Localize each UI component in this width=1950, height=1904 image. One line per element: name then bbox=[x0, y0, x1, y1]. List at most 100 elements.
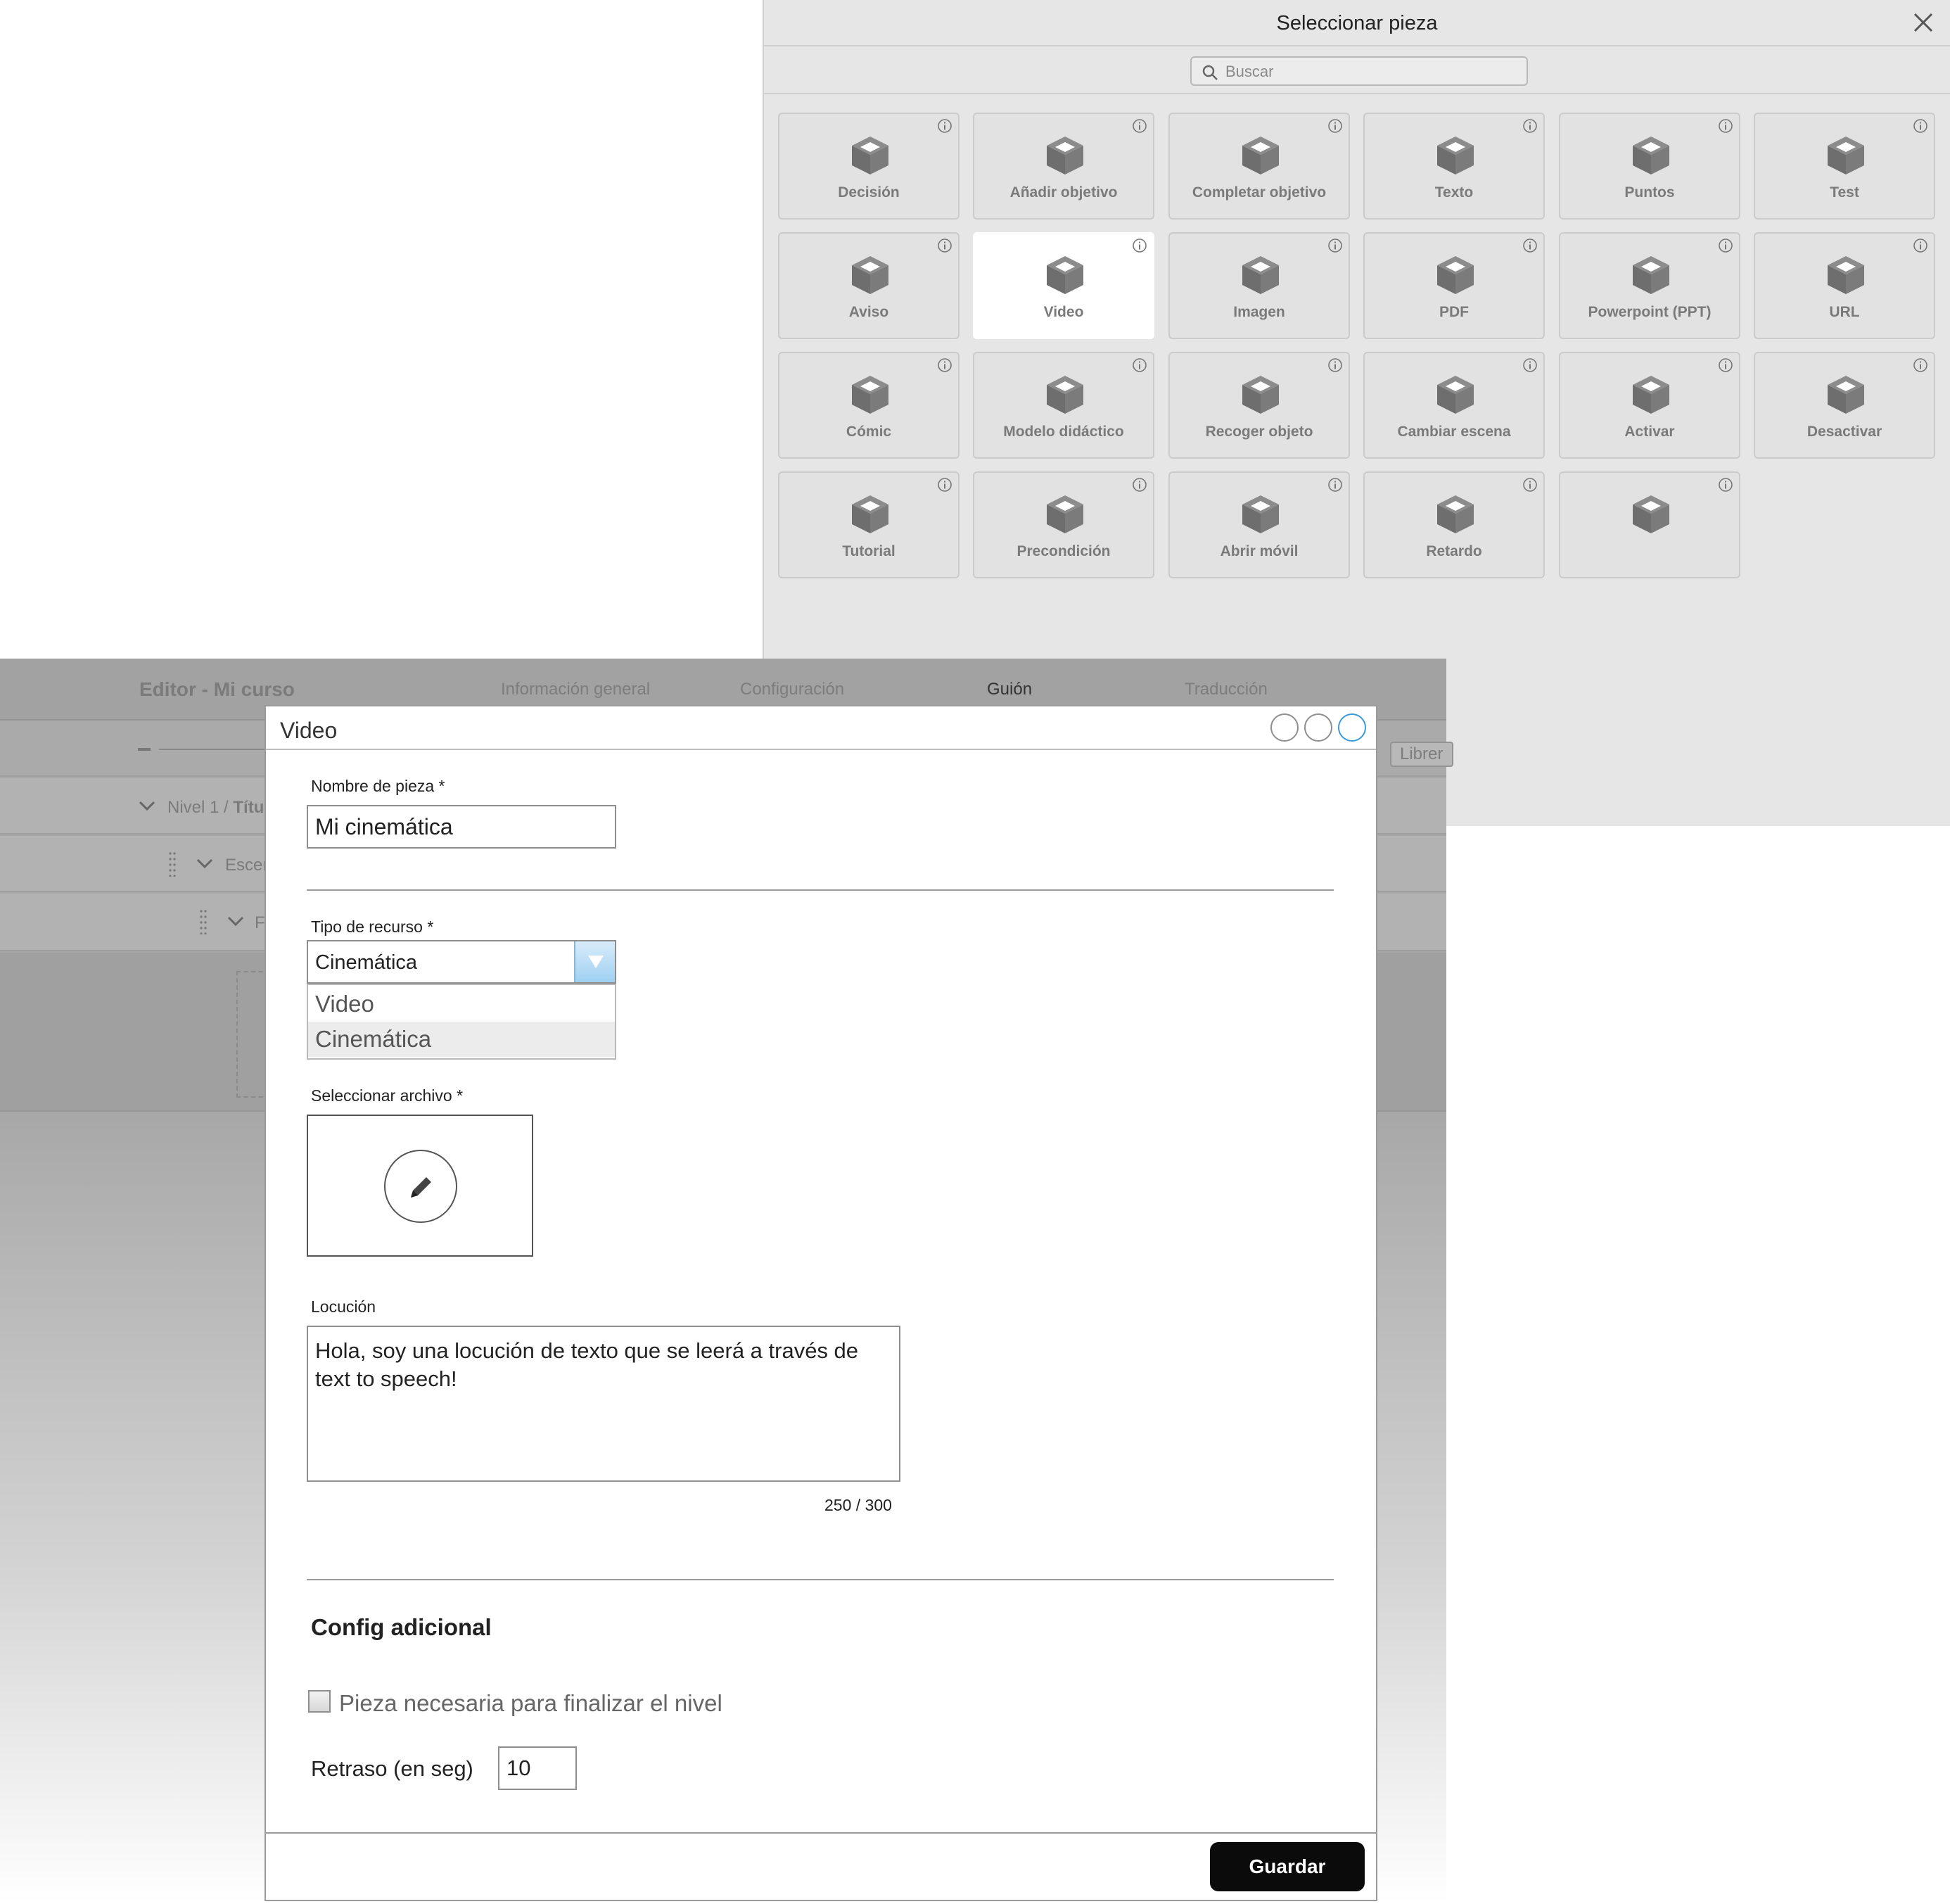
piece-tile-test[interactable]: Test bbox=[1754, 113, 1935, 220]
window-button-close[interactable] bbox=[1338, 713, 1366, 742]
piece-name-input[interactable] bbox=[307, 805, 616, 849]
info-icon[interactable] bbox=[1913, 118, 1928, 134]
piece-tile-comic[interactable]: Cómic bbox=[778, 352, 960, 459]
drag-handle-icon[interactable] bbox=[169, 851, 176, 877]
cube-icon bbox=[852, 495, 888, 533]
piece-label: Powerpoint (PPT) bbox=[1588, 304, 1712, 320]
cube-icon bbox=[852, 137, 888, 174]
cube-icon bbox=[1828, 137, 1864, 174]
footer-divider bbox=[266, 1832, 1376, 1834]
info-icon[interactable] bbox=[1327, 118, 1343, 134]
search-input[interactable] bbox=[1224, 61, 1519, 83]
dropdown-arrow-icon[interactable] bbox=[574, 941, 615, 982]
piece-tile-video[interactable]: Video bbox=[973, 232, 1154, 339]
piece-tile-imagen[interactable]: Imagen bbox=[1168, 232, 1350, 339]
locution-textarea[interactable]: Hola, soy una locución de texto que se l… bbox=[307, 1326, 900, 1482]
piece-tile-decision[interactable]: Decisión bbox=[778, 113, 960, 220]
option-cinematica[interactable]: Cinemática bbox=[308, 1022, 615, 1057]
info-icon[interactable] bbox=[937, 477, 952, 493]
chevron-down-icon[interactable] bbox=[138, 799, 156, 812]
piece-tile-abrir-movil[interactable]: Abrir móvil bbox=[1168, 471, 1350, 578]
cube-icon bbox=[852, 376, 888, 414]
library-button[interactable]: Librer bbox=[1390, 742, 1453, 767]
info-icon[interactable] bbox=[1132, 238, 1147, 253]
piece-tile-powerpoint-ppt[interactable]: Powerpoint (PPT) bbox=[1559, 232, 1740, 339]
info-icon[interactable] bbox=[1522, 238, 1538, 253]
info-icon[interactable] bbox=[1913, 238, 1928, 253]
chevron-down-icon[interactable] bbox=[227, 915, 245, 927]
info-icon[interactable] bbox=[1718, 477, 1733, 493]
drag-handle-icon[interactable] bbox=[200, 909, 207, 934]
cube-icon bbox=[1437, 137, 1474, 174]
info-icon[interactable] bbox=[1327, 357, 1343, 373]
info-icon[interactable] bbox=[937, 238, 952, 253]
window-button-maximize[interactable] bbox=[1304, 713, 1332, 742]
piece-label: Cómic bbox=[846, 424, 892, 440]
info-icon[interactable] bbox=[1132, 477, 1147, 493]
piece-tile-texto[interactable]: Texto bbox=[1363, 113, 1545, 220]
piece-tile-puntos[interactable]: Puntos bbox=[1559, 113, 1740, 220]
info-icon[interactable] bbox=[1718, 238, 1733, 253]
cube-icon bbox=[1437, 256, 1474, 294]
option-video[interactable]: Video bbox=[308, 986, 615, 1022]
info-icon[interactable] bbox=[1718, 118, 1733, 134]
info-icon[interactable] bbox=[1327, 238, 1343, 253]
tab-informacion-general[interactable]: Información general bbox=[501, 680, 650, 699]
piece-tile-cambiar-escena[interactable]: Cambiar escena bbox=[1363, 352, 1545, 459]
piece-label: Recoger objeto bbox=[1205, 424, 1313, 440]
resource-type-select[interactable]: Cinemática bbox=[307, 940, 616, 984]
info-icon[interactable] bbox=[1327, 477, 1343, 493]
info-icon[interactable] bbox=[1522, 477, 1538, 493]
tab-guion[interactable]: Guión bbox=[987, 680, 1032, 699]
piece-label: Precondición bbox=[1017, 543, 1111, 559]
cube-icon bbox=[1633, 137, 1669, 174]
info-icon[interactable] bbox=[1522, 357, 1538, 373]
info-icon[interactable] bbox=[1522, 118, 1538, 134]
info-icon[interactable] bbox=[937, 357, 952, 373]
piece-tile-precondicion[interactable]: Precondición bbox=[973, 471, 1154, 578]
cube-icon bbox=[1242, 376, 1279, 414]
cube-icon bbox=[1047, 376, 1083, 414]
chevron-down-icon[interactable] bbox=[196, 857, 214, 870]
info-icon[interactable] bbox=[1718, 357, 1733, 373]
piece-tile-tutorial[interactable]: Tutorial bbox=[778, 471, 960, 578]
zoom-out-icon[interactable] bbox=[138, 748, 151, 751]
cube-icon bbox=[1633, 376, 1669, 414]
piece-tile-completar-objetivo[interactable]: Completar objetivo bbox=[1168, 113, 1350, 220]
required-checkbox[interactable] bbox=[308, 1690, 331, 1713]
piece-label: Test bbox=[1830, 184, 1859, 201]
piece-tile-activar[interactable]: Activar bbox=[1559, 352, 1740, 459]
locution-label: Locución bbox=[311, 1297, 376, 1316]
editor-title: Editor - Mi curso bbox=[139, 678, 295, 700]
piece-label: Aviso bbox=[848, 304, 889, 320]
piece-tile-anadir-objetivo[interactable]: Añadir objetivo bbox=[973, 113, 1154, 220]
piece-tile-aviso[interactable]: Aviso bbox=[778, 232, 960, 339]
piece-tile-desactivar[interactable]: Desactivar bbox=[1754, 352, 1935, 459]
piece-tile-modelo-didactico[interactable]: Modelo didáctico bbox=[973, 352, 1154, 459]
info-icon[interactable] bbox=[1913, 357, 1928, 373]
delay-input[interactable] bbox=[498, 1746, 577, 1790]
extra-config-title: Config adicional bbox=[311, 1614, 492, 1640]
search-box[interactable] bbox=[1190, 56, 1528, 86]
tree-scene-label: Escer bbox=[225, 856, 269, 875]
piece-tile-url[interactable]: URL bbox=[1754, 232, 1935, 339]
info-icon[interactable] bbox=[1132, 118, 1147, 134]
info-icon[interactable] bbox=[937, 118, 952, 134]
piece-label: Puntos bbox=[1624, 184, 1675, 201]
close-icon[interactable] bbox=[1908, 7, 1939, 38]
file-picker[interactable] bbox=[307, 1115, 533, 1257]
piece-tile-empty[interactable] bbox=[1559, 471, 1740, 578]
window-button-minimize[interactable] bbox=[1270, 713, 1299, 742]
info-icon[interactable] bbox=[1132, 357, 1147, 373]
zoom-slider[interactable] bbox=[159, 749, 272, 750]
save-button[interactable]: Guardar bbox=[1210, 1842, 1365, 1891]
level-name: Títu bbox=[233, 798, 265, 817]
piece-label: URL bbox=[1829, 304, 1860, 320]
piece-tile-retardo[interactable]: Retardo bbox=[1363, 471, 1545, 578]
piece-tile-pdf[interactable]: PDF bbox=[1363, 232, 1545, 339]
tab-traduccion[interactable]: Traducción bbox=[1185, 680, 1268, 699]
piece-tile-recoger-objeto[interactable]: Recoger objeto bbox=[1168, 352, 1350, 459]
cube-icon bbox=[1047, 256, 1083, 294]
edit-button[interactable] bbox=[384, 1150, 457, 1223]
tab-configuracion[interactable]: Configuración bbox=[740, 680, 844, 699]
